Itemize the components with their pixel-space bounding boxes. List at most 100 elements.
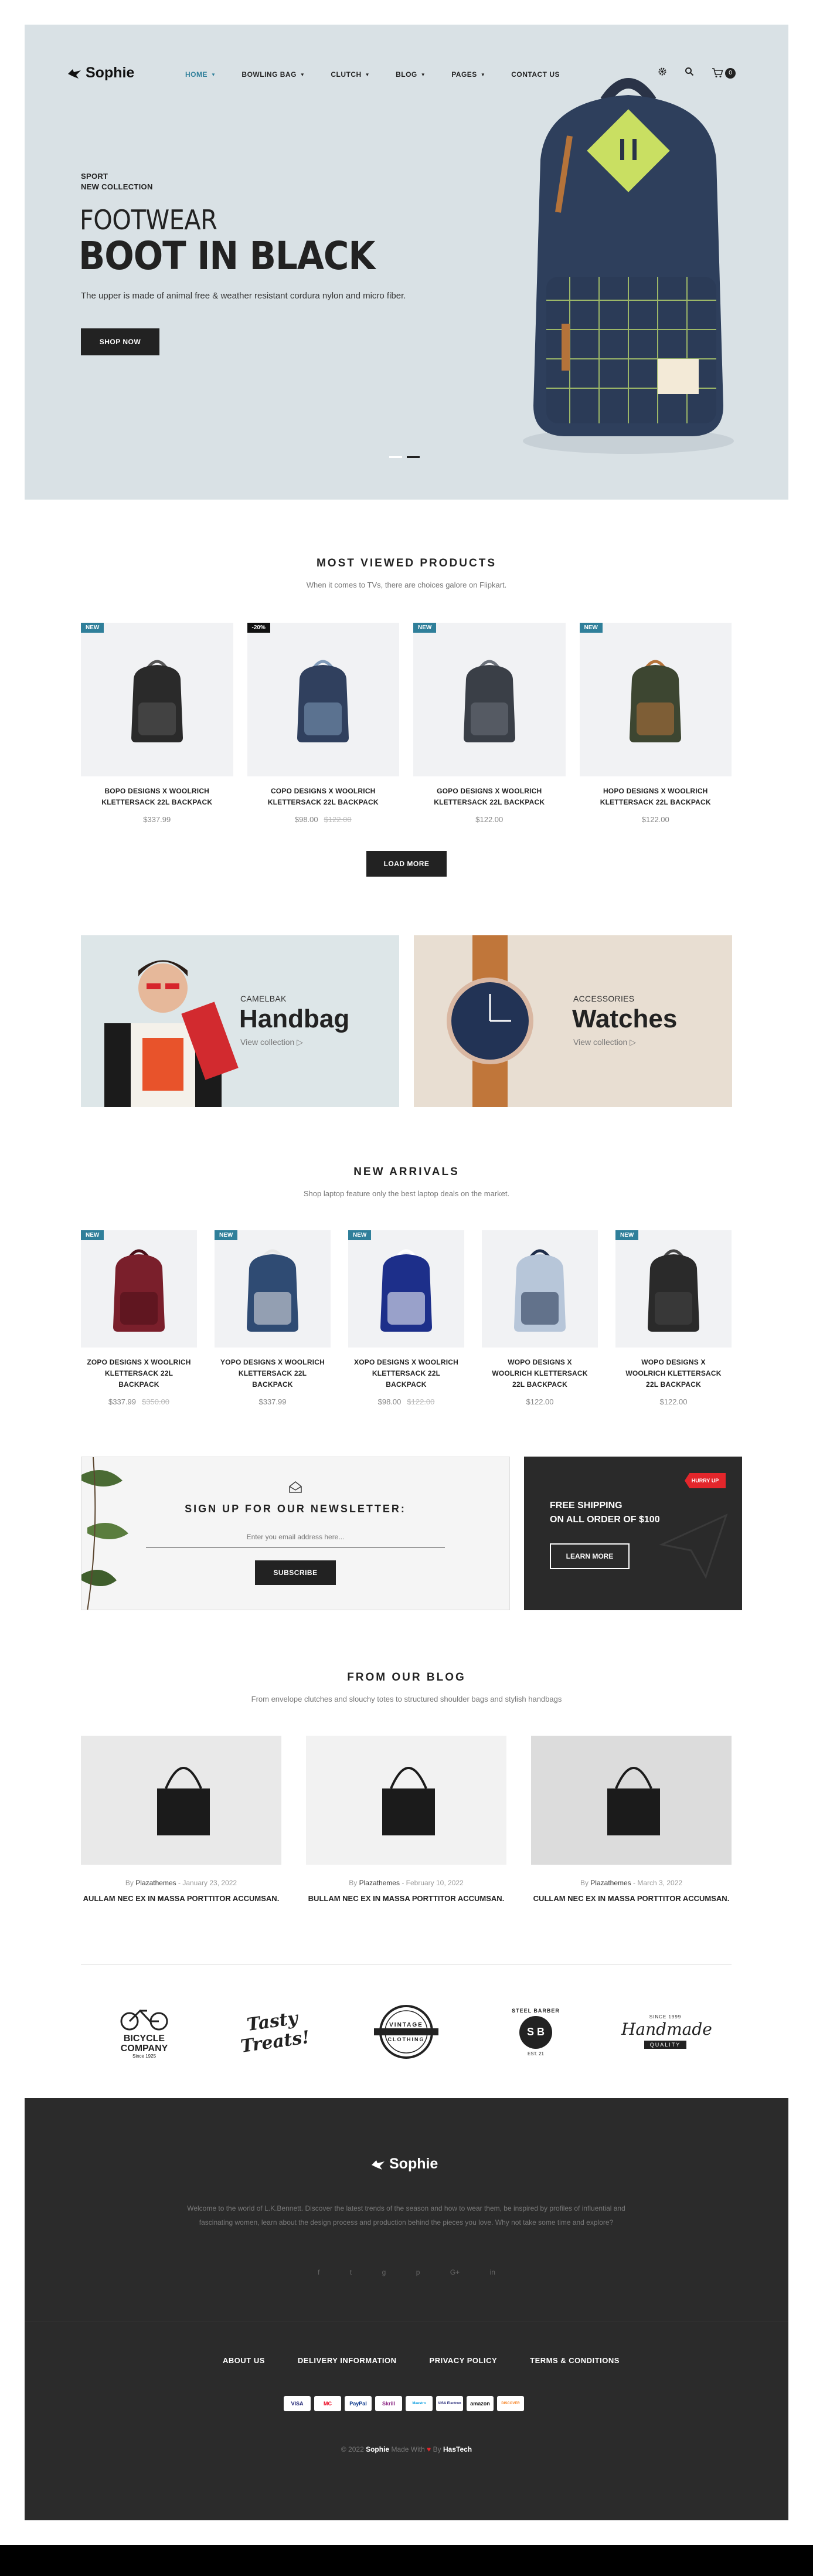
banner-handbag-eyebrow: CAMELBAK xyxy=(240,994,287,1003)
payment-icon: VISA xyxy=(284,2396,311,2411)
product-name[interactable]: WOPO DESIGNS X WOOLRICH KLETTERSACK 22L … xyxy=(615,1357,732,1390)
social-icon-0[interactable]: f xyxy=(318,2268,319,2276)
blog-post-meta: By Plazathemes - February 10, 2022 xyxy=(349,1879,464,1887)
hero-section: Sophie HOME ▼ BOWLING BAG ▼ CLUTCH ▼ BLOG ▼ PAGE… xyxy=(25,25,788,500)
banner-watches-eyebrow: ACCESSORIES xyxy=(573,994,635,1003)
banner-handbag-title: Handbag xyxy=(239,1004,350,1033)
product-card[interactable]: NEW XOPO DESIGNS X WOOLRICH KLETTERSACK 2… xyxy=(348,1230,464,1406)
product-image-box[interactable]: NEW xyxy=(615,1230,732,1348)
newsletter-email-input[interactable] xyxy=(146,1526,445,1547)
new-arrivals-grid: NEW ZOPO DESIGNS X WOOLRICH KLETTERSACK 2… xyxy=(81,1230,732,1406)
brand-steel-barber[interactable]: STEEL BARBER S B EST. 21 xyxy=(495,2008,577,2056)
newsletter-box: SIGN UP FOR OUR NEWSLETTER: SUBSCRIBE xyxy=(81,1457,510,1610)
nav-item-blog[interactable]: BLOG ▼ xyxy=(396,70,426,79)
product-image-box[interactable]: -20% xyxy=(247,623,399,776)
blog-post-card[interactable]: By Plazathemes - January 23, 2022 AULLAM … xyxy=(81,1736,281,1903)
banner-handbag-link[interactable]: View collection ▷ xyxy=(240,1037,303,1047)
product-card[interactable]: NEW GOPO DESIGNS X WOOLRICH KLETTERSACK 2… xyxy=(413,623,566,824)
banner-watches-title: Watches xyxy=(572,1004,678,1033)
banner-handbag[interactable]: CAMELBAK Handbag View collection ▷ xyxy=(81,935,399,1107)
new-arrivals-subtitle: Shop laptop feature only the best laptop… xyxy=(303,1189,510,1198)
slider-dot-2[interactable] xyxy=(407,456,420,458)
product-old-price: $122.00 xyxy=(324,815,352,824)
footer-about: Welcome to the world of L.K.Bennett. Dis… xyxy=(187,2204,625,2227)
slider-dots xyxy=(389,456,420,458)
hero-tag: SPORT NEW COLLECTION xyxy=(81,172,153,191)
product-image-box[interactable]: NEW xyxy=(348,1230,464,1348)
product-name[interactable]: YOPO DESIGNS X WOOLRICH KLETTERSACK 22L … xyxy=(215,1357,331,1390)
product-card[interactable]: WOPO DESIGNS X WOOLRICH KLETTERSACK 22L … xyxy=(482,1230,598,1406)
blog-post-card[interactable]: By Plazathemes - March 3, 2022 CULLAM NEC… xyxy=(531,1736,732,1903)
banner-watches[interactable]: ACCESSORIES Watches View collection ▷ xyxy=(414,935,732,1107)
social-icon-5[interactable]: in xyxy=(490,2268,495,2276)
product-card[interactable]: NEW YOPO DESIGNS X WOOLRICH KLETTERSACK 2… xyxy=(215,1230,331,1406)
product-image-box[interactable]: NEW xyxy=(413,623,566,776)
footer-link[interactable]: DELIVERY INFORMATION xyxy=(298,2356,397,2365)
product-name[interactable]: BOPO DESIGNS X WOOLRICH KLETTERSACK 22L … xyxy=(81,786,233,808)
footer-link[interactable]: ABOUT US xyxy=(223,2356,265,2365)
product-image xyxy=(380,1249,432,1332)
social-icon-1[interactable]: t xyxy=(350,2268,352,2276)
banner-watches-link[interactable]: View collection ▷ xyxy=(573,1037,636,1047)
product-card[interactable]: NEW WOPO DESIGNS X WOOLRICH KLETTERSACK 2… xyxy=(615,1230,732,1406)
subscribe-button[interactable]: SUBSCRIBE xyxy=(255,1560,336,1585)
product-price: $122.00 xyxy=(659,1397,688,1406)
product-image-box[interactable]: NEW xyxy=(81,1230,197,1348)
product-name[interactable]: COPO DESIGNS X WOOLRICH KLETTERSACK 22L … xyxy=(247,786,400,808)
product-image-box[interactable] xyxy=(482,1230,598,1348)
footer-link[interactable]: PRIVACY POLICY xyxy=(430,2356,498,2365)
brand-tasty-treats[interactable]: Tasty Treats! xyxy=(227,2005,320,2058)
footer-logo[interactable]: Sophie xyxy=(370,2156,438,2173)
product-name[interactable]: ZOPO DESIGNS X WOOLRICH KLETTERSACK 22L … xyxy=(81,1357,197,1390)
slider-dot-1[interactable] xyxy=(389,456,402,458)
product-image xyxy=(113,1249,165,1332)
product-name[interactable]: XOPO DESIGNS X WOOLRICH KLETTERSACK 22L … xyxy=(348,1357,464,1390)
product-badge: NEW xyxy=(579,623,603,633)
brand-bicycle-company[interactable]: BICYCLE COMPANY Since 1925 xyxy=(103,2005,185,2059)
product-image xyxy=(131,660,183,742)
product-badge: NEW xyxy=(615,1230,639,1240)
blog-post-image[interactable] xyxy=(531,1736,732,1865)
footer-link[interactable]: TERMS & CONDITIONS xyxy=(530,2356,620,2365)
brand-vintage-clothing[interactable]: VINTAGE CLOTHING xyxy=(362,2003,450,2061)
most-viewed-title: MOST VIEWED PRODUCTS xyxy=(316,557,496,569)
nav-item-pages[interactable]: PAGES ▼ xyxy=(451,70,485,79)
blog-post-card[interactable]: By Plazathemes - February 10, 2022 BULLAM… xyxy=(306,1736,506,1903)
product-name[interactable]: WOPO DESIGNS X WOOLRICH KLETTERSACK 22L … xyxy=(482,1357,598,1390)
product-card[interactable]: NEW BOPO DESIGNS X WOOLRICH KLETTERSACK 2… xyxy=(81,623,233,824)
load-more-button[interactable]: LOAD MORE xyxy=(366,851,447,877)
hero-title-line2: BOOT IN BLACK xyxy=(79,233,375,279)
product-image-box[interactable]: NEW xyxy=(215,1230,331,1348)
site-logo[interactable]: Sophie xyxy=(67,65,134,82)
product-price: $337.99 xyxy=(143,815,171,824)
social-icon-2[interactable]: g xyxy=(382,2268,386,2276)
payment-icon: Maestro xyxy=(406,2396,433,2411)
divider xyxy=(81,1964,732,1965)
nav-item-bowling-bag[interactable]: BOWLING BAG ▼ xyxy=(241,70,305,79)
product-card[interactable]: NEW HOPO DESIGNS X WOOLRICH KLETTERSACK 2… xyxy=(579,623,732,824)
product-image-box[interactable]: NEW xyxy=(579,623,732,776)
handbag-photo xyxy=(607,1767,660,1835)
blog-post-title[interactable]: BULLAM NEC EX IN MASSA PORTTITOR ACCUMSA… xyxy=(306,1894,506,1903)
blog-post-title[interactable]: CULLAM NEC EX IN MASSA PORTTITOR ACCUMSA… xyxy=(531,1894,732,1903)
product-name[interactable]: GOPO DESIGNS X WOOLRICH KLETTERSACK 22L … xyxy=(413,786,566,808)
social-icon-3[interactable]: p xyxy=(416,2268,420,2276)
shop-now-button[interactable]: SHOP NOW xyxy=(81,328,159,355)
product-name[interactable]: HOPO DESIGNS X WOOLRICH KLETTERSACK 22L … xyxy=(580,786,732,808)
product-image-box[interactable]: NEW xyxy=(81,623,233,776)
promo-text: FREE SHIPPING ON ALL ORDER OF $100 xyxy=(550,1501,660,1525)
nav-item-home[interactable]: HOME ▼ xyxy=(185,70,216,79)
blog-post-title[interactable]: AULLAM NEC EX IN MASSA PORTTITOR ACCUMSA… xyxy=(81,1894,281,1903)
product-price: $122.00 xyxy=(475,815,504,824)
blog-post-image[interactable] xyxy=(81,1736,281,1865)
product-card[interactable]: -20% COPO DESIGNS X WOOLRICH KLETTERSACK … xyxy=(247,623,400,824)
payment-icon: DISCOVER xyxy=(497,2396,524,2411)
chevron-down-icon: ▼ xyxy=(420,72,426,77)
nav-item-clutch[interactable]: CLUTCH ▼ xyxy=(331,70,370,79)
blog-post-image[interactable] xyxy=(306,1736,506,1865)
social-icon-4[interactable]: G+ xyxy=(450,2268,460,2276)
learn-more-button[interactable]: LEARN MORE xyxy=(550,1543,630,1569)
product-card[interactable]: NEW ZOPO DESIGNS X WOOLRICH KLETTERSACK 2… xyxy=(81,1230,197,1406)
brand-handmade[interactable]: SINCE 1999 Handmade QUALITY xyxy=(621,2014,712,2049)
chevron-down-icon: ▼ xyxy=(480,72,486,77)
